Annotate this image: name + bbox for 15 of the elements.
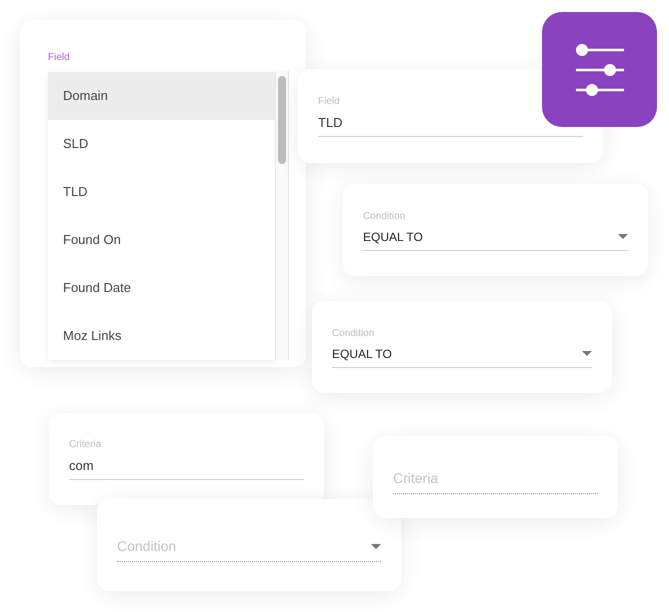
list-option[interactable]: Found Date bbox=[48, 264, 275, 312]
list-option[interactable]: Moz Links bbox=[48, 312, 275, 360]
dropdown-caret-icon bbox=[371, 544, 381, 549]
list-option[interactable]: SLD bbox=[48, 120, 275, 168]
dropdown-caret-icon bbox=[618, 234, 628, 239]
field-label: Field bbox=[48, 52, 71, 64]
input-field[interactable]: Criteria com bbox=[69, 438, 304, 480]
select-field[interactable]: Condition EQUAL TO bbox=[332, 326, 592, 368]
select-field[interactable]: Condition EQUAL TO bbox=[363, 210, 628, 250]
list-option[interactable]: TLD bbox=[48, 168, 275, 216]
list-option[interactable]: Found On bbox=[48, 216, 275, 264]
sliders-icon bbox=[574, 44, 626, 96]
list-option[interactable]: Domain bbox=[48, 72, 275, 120]
scrollbar[interactable] bbox=[275, 71, 289, 360]
dropdown-caret-icon bbox=[582, 351, 592, 356]
